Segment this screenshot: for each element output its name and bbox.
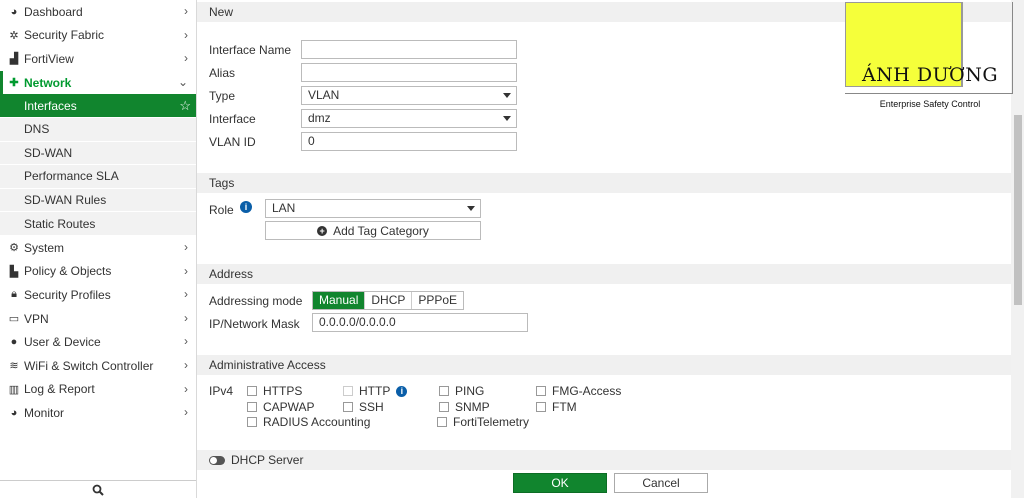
alias-label: Alias xyxy=(209,66,236,80)
info-icon[interactable]: i xyxy=(396,385,408,397)
ip-mask-label: IP/Network Mask xyxy=(209,317,300,331)
wifi-icon: ≋ xyxy=(9,360,19,373)
watermark-logo: ÁNH DƯƠNG Enterprise Safety Control xyxy=(845,2,1015,110)
sidebar-item-interfaces[interactable]: Interfaces ☆ xyxy=(0,94,196,118)
chevron-right-icon: › xyxy=(184,287,188,302)
type-label: Type xyxy=(209,89,236,103)
sidebar-item-sd-wan-rules[interactable]: SD-WAN Rules xyxy=(0,188,196,213)
form-footer: OK Cancel xyxy=(197,470,1011,498)
ping-checkbox[interactable]: PING xyxy=(439,384,484,398)
mode-manual-button[interactable]: Manual xyxy=(313,292,365,309)
security-fabric-icon: ✲ xyxy=(9,29,19,42)
chevron-right-icon: › xyxy=(184,51,188,66)
sidebar-item-static-routes[interactable]: Static Routes xyxy=(0,212,196,236)
mode-pppoe-button[interactable]: PPPoE xyxy=(411,292,463,309)
nav-vpn[interactable]: ▭ VPN › xyxy=(0,307,196,331)
role-label: Role xyxy=(209,203,234,217)
sidebar-item-performance-sla[interactable]: Performance SLA xyxy=(0,165,196,189)
interface-name-input[interactable] xyxy=(301,40,517,59)
chevron-right-icon: › xyxy=(184,239,188,254)
ssh-checkbox[interactable]: SSH xyxy=(343,400,384,414)
search-icon xyxy=(92,484,104,496)
chevron-right-icon: › xyxy=(184,310,188,325)
section-admin-header: Administrative Access xyxy=(197,355,1011,375)
sidebar: ◕ Dashboard › ✲ Security Fabric › ▟ FortiView… xyxy=(0,0,197,498)
plus-circle-icon: + xyxy=(317,225,328,236)
interface-select[interactable]: dmz xyxy=(301,109,517,128)
policy-icon: ▙ xyxy=(9,265,19,278)
ipv4-label: IPv4 xyxy=(209,384,234,398)
chevron-right-icon: › xyxy=(184,357,188,372)
add-tag-category-button[interactable]: + Add Tag Category xyxy=(265,221,481,240)
info-icon[interactable]: i xyxy=(240,201,252,213)
dhcp-server-row: DHCP Server xyxy=(197,450,1011,470)
nav-network[interactable]: ✚ Network ⌄ xyxy=(0,70,196,95)
addressing-mode-label: Addressing mode xyxy=(209,294,303,308)
lock-icon: 🔒︎ xyxy=(11,288,17,301)
snmp-checkbox[interactable]: SNMP xyxy=(439,400,490,414)
chevron-right-icon: › xyxy=(184,4,188,18)
nav-wifi-switch[interactable]: ≋ WiFi & Switch Controller › xyxy=(0,354,196,378)
section-address-header: Address xyxy=(197,264,1011,284)
chevron-right-icon: › xyxy=(184,263,188,278)
nav-log-report[interactable]: ▥ Log & Report › xyxy=(0,378,196,402)
nav-user-device[interactable]: ● User & Device › xyxy=(0,330,196,354)
mode-dhcp-button[interactable]: DHCP xyxy=(364,292,411,309)
dashboard-icon: ◕ xyxy=(10,5,18,18)
fortiview-icon: ▟ xyxy=(9,53,19,66)
nav-security-fabric[interactable]: ✲ Security Fabric › xyxy=(0,24,196,48)
sidebar-item-sd-wan[interactable]: SD-WAN xyxy=(0,141,196,166)
chevron-right-icon: › xyxy=(184,334,188,349)
cancel-button[interactable]: Cancel xyxy=(614,473,708,493)
fortitelemetry-checkbox[interactable]: FortiTelemetry xyxy=(437,415,529,429)
dhcp-server-toggle[interactable] xyxy=(209,455,225,465)
sidebar-search-button[interactable] xyxy=(0,480,196,498)
nav-dashboard[interactable]: ◕ Dashboard › xyxy=(0,0,196,24)
http-checkbox[interactable]: HTTP i xyxy=(343,384,408,398)
ip-mask-input[interactable]: 0.0.0.0/0.0.0.0 xyxy=(312,313,528,332)
type-select[interactable]: VLAN xyxy=(301,86,517,105)
dhcp-server-label: DHCP Server xyxy=(231,453,304,467)
https-checkbox[interactable]: HTTPS xyxy=(247,384,302,398)
nav-policy-objects[interactable]: ▙ Policy & Objects › xyxy=(0,260,196,284)
sidebar-item-dns[interactable]: DNS xyxy=(0,117,196,142)
interface-name-label: Interface Name xyxy=(209,43,292,57)
interface-label: Interface xyxy=(209,112,256,126)
nav-fortiview[interactable]: ▟ FortiView › xyxy=(0,47,196,71)
gear-icon: ⚙ xyxy=(9,242,19,255)
section-tags-header: Tags xyxy=(197,173,1011,193)
nav-security-profiles[interactable]: 🔒︎ Security Profiles › xyxy=(0,283,196,307)
fmg-access-checkbox[interactable]: FMG-Access xyxy=(536,384,621,398)
ok-button[interactable]: OK xyxy=(513,473,607,493)
alias-input[interactable] xyxy=(301,63,517,82)
nav-system[interactable]: ⚙ System › xyxy=(0,236,196,260)
ftm-checkbox[interactable]: FTM xyxy=(536,400,577,414)
chevron-down-icon: ⌄ xyxy=(177,74,188,89)
chevron-right-icon: › xyxy=(184,27,188,42)
nav-monitor[interactable]: ◕ Monitor › xyxy=(0,401,196,425)
network-icon: ✚ xyxy=(9,77,19,90)
addressing-mode-toggle: Manual DHCP PPPoE xyxy=(312,291,465,310)
star-icon[interactable]: ☆ xyxy=(179,98,191,114)
chart-icon: ▥ xyxy=(8,383,20,396)
logo-tagline: Enterprise Safety Control xyxy=(879,99,981,109)
capwap-checkbox[interactable]: CAPWAP xyxy=(247,400,315,414)
vlan-id-label: VLAN ID xyxy=(209,135,256,149)
vpn-icon: ▭ xyxy=(8,313,20,326)
radius-accounting-checkbox[interactable]: RADIUS Accounting xyxy=(247,415,370,429)
vlan-id-input[interactable]: 0 xyxy=(301,132,517,151)
scrollbar-thumb[interactable] xyxy=(1014,115,1022,305)
monitor-icon: ◕ xyxy=(10,406,18,419)
chevron-right-icon: › xyxy=(184,405,188,420)
chevron-right-icon: › xyxy=(184,381,188,396)
user-icon: ● xyxy=(10,336,18,349)
role-select[interactable]: LAN xyxy=(265,199,481,218)
logo-brand: ÁNH DƯƠNG xyxy=(861,64,999,86)
